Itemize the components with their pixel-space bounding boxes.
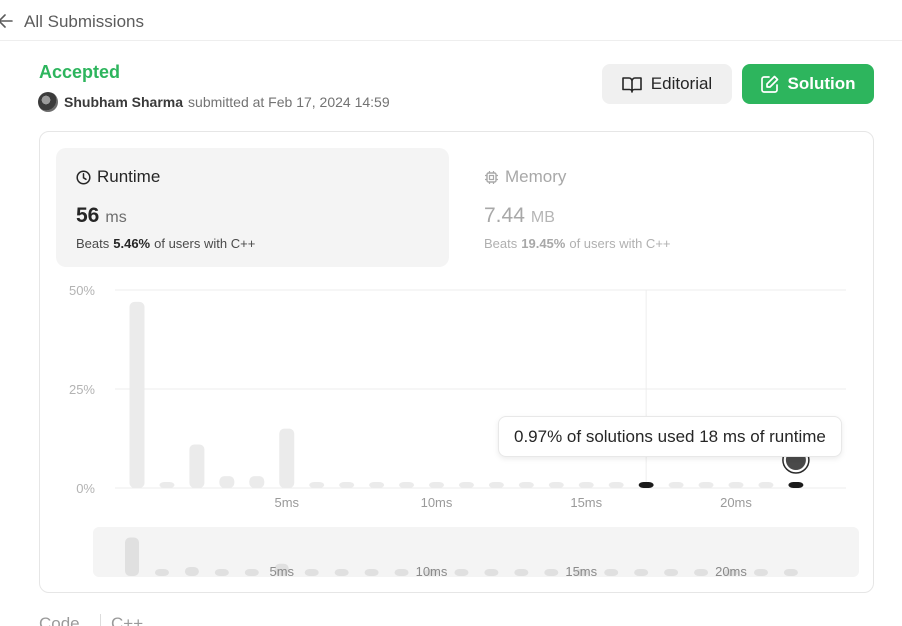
chart-bar: [309, 482, 325, 488]
chart-bar: [698, 482, 714, 488]
chart-bar: [429, 482, 444, 488]
editorial-button[interactable]: Editorial: [602, 64, 732, 104]
chart-bar: [458, 482, 474, 488]
overview-bar: [244, 569, 259, 576]
x-tick-label: 20ms: [720, 495, 752, 510]
overview-bar: [394, 569, 409, 576]
overview-bar: [214, 569, 229, 576]
overview-bar: [184, 566, 199, 576]
chart-bar: [638, 482, 654, 488]
overview-bar: [125, 537, 139, 576]
overview-bar: [544, 569, 559, 576]
edit-icon: [760, 75, 778, 93]
chart-bar: [159, 482, 175, 488]
chart-bar: [518, 482, 534, 488]
avatar[interactable]: [38, 92, 58, 112]
editorial-label: Editorial: [650, 74, 713, 93]
x-tick-label: 5ms: [274, 495, 299, 510]
chart-bar: [668, 482, 684, 488]
solution-button[interactable]: Solution: [742, 64, 874, 104]
y-tick-label: 0%: [76, 481, 95, 496]
chart-bar: [279, 428, 295, 488]
chart-bar: [399, 482, 415, 488]
overview-tick-label: 10ms: [416, 564, 448, 579]
back-arrow-icon: [0, 14, 13, 28]
overview-bar: [154, 569, 169, 576]
chart-bar: [548, 482, 564, 488]
overview-bar: [484, 569, 499, 576]
performance-panel: Runtime 56 ms Beats 5.46% of users with C+…: [39, 131, 874, 593]
book-icon: [621, 76, 642, 93]
solution-label: Solution: [787, 74, 856, 93]
overview-bar: [514, 569, 529, 576]
chart-bar: [608, 482, 624, 488]
code-language-label[interactable]: C++: [100, 614, 143, 626]
chart-bar: [369, 482, 385, 488]
overview-bar: [664, 569, 679, 576]
chart-bar: [488, 482, 504, 488]
submission-status: Accepted: [39, 62, 121, 82]
chart-tooltip: 0.97% of solutions used 18 ms of runtime: [498, 416, 842, 457]
overview-tick-label: 5ms: [269, 564, 294, 579]
overview-tick-label: 20ms: [715, 564, 747, 579]
overview-bar: [454, 569, 469, 576]
chart-bar: [788, 482, 804, 488]
overview-bar: [783, 569, 798, 576]
chart-bar: [339, 482, 355, 488]
x-tick-label: 15ms: [570, 495, 602, 510]
overview-bar: [364, 569, 379, 576]
overview-bar: [304, 569, 319, 576]
overview-bar: [694, 569, 709, 576]
chart-bar: [578, 482, 594, 488]
y-tick-label: 25%: [69, 382, 95, 397]
chart-bar: [728, 482, 744, 488]
chart-bar: [249, 476, 265, 488]
submission-byline: Shubham Sharma submitted at Feb 17, 2024…: [38, 92, 390, 112]
overview-bar: [634, 569, 649, 576]
author-name[interactable]: Shubham Sharma: [64, 94, 183, 110]
y-tick-label: 50%: [69, 283, 95, 298]
overview-bar: [334, 569, 349, 576]
chart-bar: [189, 444, 205, 488]
chart-bar: [219, 476, 235, 488]
back-link-label: All Submissions: [24, 12, 144, 31]
chart-bar: [129, 301, 145, 488]
x-tick-label: 10ms: [421, 495, 453, 510]
top-bar: All Submissions: [0, 0, 902, 41]
code-section-label: Code: [39, 614, 80, 626]
overview-bar: [753, 569, 768, 576]
overview-tick-label: 15ms: [565, 564, 597, 579]
overview-bar: [604, 569, 619, 576]
chart-bar: [758, 482, 774, 488]
runtime-distribution-chart[interactable]: 50% 25% 0% 5ms 10ms 15ms 20ms 5ms 10ms 15ms 20ms: [40, 132, 875, 592]
submitted-time: submitted at Feb 17, 2024 14:59: [188, 94, 390, 110]
